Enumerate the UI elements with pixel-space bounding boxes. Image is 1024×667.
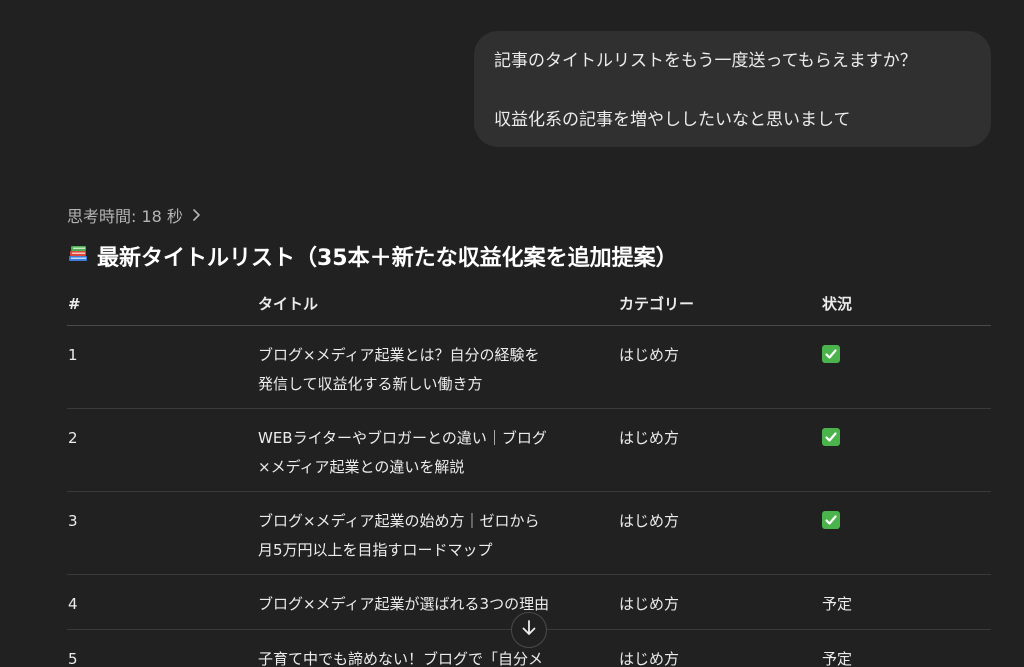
row-status: 予定 [822,650,853,667]
row-number: 5 [68,650,78,667]
row-category: はじめ方 [619,512,680,530]
row-title-line-1: WEBライターやブロガーとの違い｜ブログ [258,429,547,447]
books-icon [67,242,89,270]
row-category: はじめ方 [619,429,680,447]
row-title: 子育て中でも諦めない！ブログで「自分メ [258,650,544,667]
row-status [822,424,840,453]
header-category: カテゴリー [619,295,695,313]
header-number: # [68,295,81,313]
check-mark-icon [822,511,840,529]
user-message-line-2: 収益化系の記事を増やししたいなと思いまして [494,110,851,130]
row-number: 4 [68,595,78,613]
row-title-line-2: ×メディア起業との違いを解説 [258,458,465,476]
arrow-down-icon [521,619,537,641]
response-heading-text: 最新タイトルリスト（35本＋新たな収益化案を追加提案） [97,246,678,271]
row-category: はじめ方 [619,346,680,364]
row-category: はじめ方 [619,595,680,613]
header-title: タイトル [258,295,319,313]
response-heading: 最新タイトルリスト（35本＋新たな収益化案を追加提案） [67,240,678,272]
row-status [822,341,840,370]
row-status [822,507,840,536]
check-mark-icon [822,345,840,363]
row-title-line-2: 発信して収益化する新しい働き方 [258,375,483,393]
row-title-line-1: ブログ×メディア起業の始め方｜ゼロから [258,512,540,530]
header-status: 状況 [822,295,853,313]
table-row: 3 ブログ×メディア起業の始め方｜ゼロから 月5万円以上を目指すロードマップ は… [67,492,991,575]
row-title: ブログ×メディア起業とは？自分の経験を 発信して収益化する新しい働き方 [258,341,593,399]
row-number: 3 [68,512,78,530]
row-number: 2 [68,429,78,447]
thinking-toggle[interactable]: 思考時間: 18 秒 [67,203,201,227]
title-list-table: # タイトル カテゴリー 状況 1 ブログ×メディア起業とは？自分の経験を 発信… [67,286,991,667]
table-row: 2 WEBライターやブロガーとの違い｜ブログ ×メディア起業との違いを解説 はじ… [67,409,991,492]
user-message-bubble: 記事のタイトルリストをもう一度送ってもらえますか？ 収益化系の記事を増やししたい… [474,31,991,147]
row-title: ブログ×メディア起業の始め方｜ゼロから 月5万円以上を目指すロードマップ [258,507,593,565]
row-title: WEBライターやブロガーとの違い｜ブログ ×メディア起業との違いを解説 [258,424,593,482]
table-header: # タイトル カテゴリー 状況 [67,286,991,326]
row-number: 1 [68,346,78,364]
row-title-line-2: 月5万円以上を目指すロードマップ [258,541,493,559]
row-category: はじめ方 [619,650,680,667]
row-title-line-1: ブログ×メディア起業とは？自分の経験を [258,346,540,364]
check-mark-icon [822,428,840,446]
table-row: 1 ブログ×メディア起業とは？自分の経験を 発信して収益化する新しい働き方 はじ… [67,326,991,409]
chevron-right-icon [191,209,201,221]
row-title: ブログ×メディア起業が選ばれる3つの理由 [258,595,550,613]
scroll-down-button[interactable] [511,612,547,648]
thinking-label: 思考時間: 18 秒 [67,207,183,226]
row-status: 予定 [822,595,853,613]
chat-page: 記事のタイトルリストをもう一度送ってもらえますか？ 収益化系の記事を増やししたい… [0,0,1024,667]
user-message-line-1: 記事のタイトルリストをもう一度送ってもらえますか？ [494,51,917,71]
